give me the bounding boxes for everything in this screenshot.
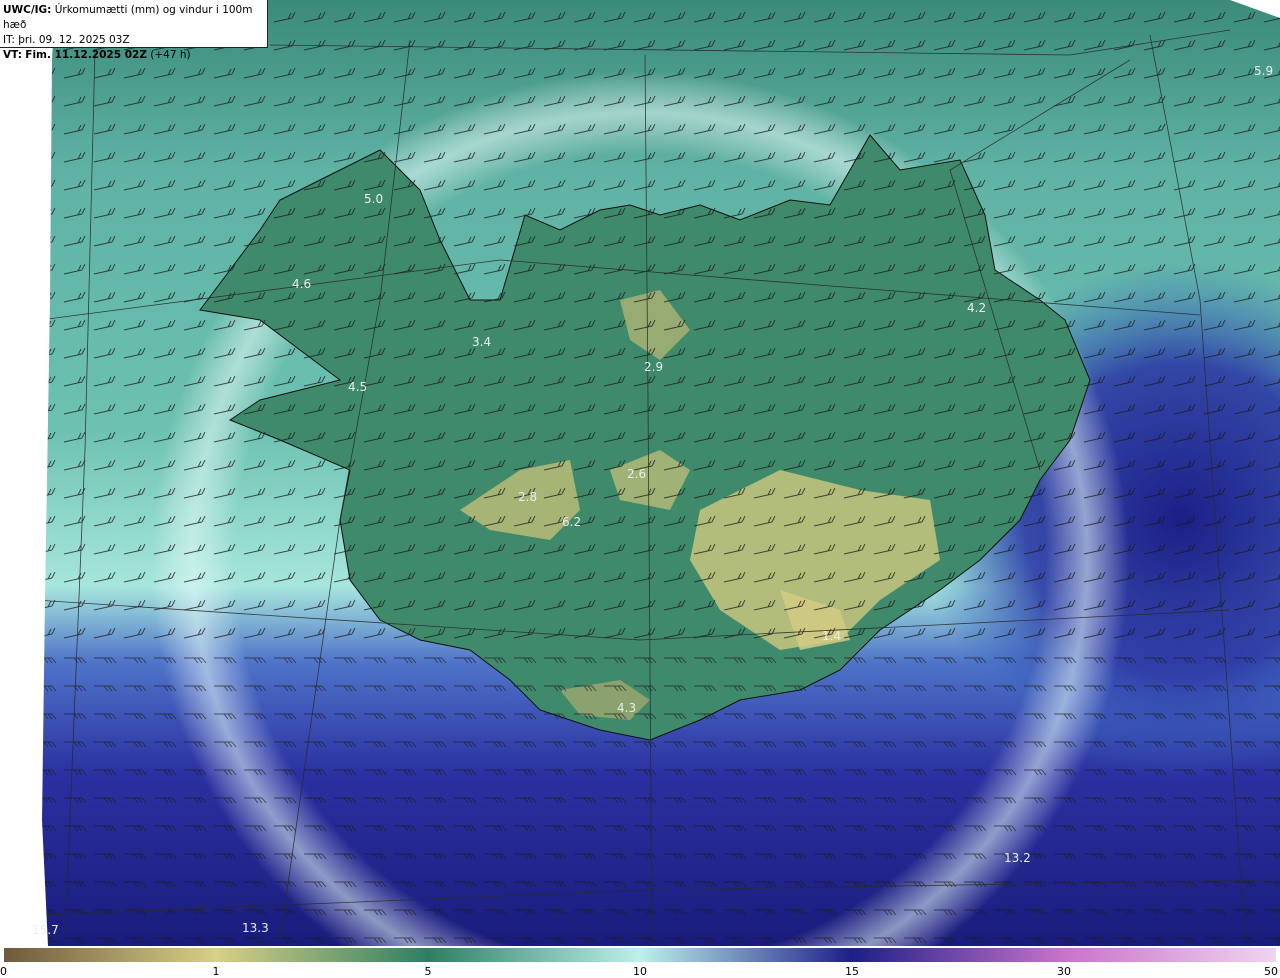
map-value: 2.8 (518, 490, 537, 504)
title-line: UWC/IG: Úrkomumætti (mm) og vindur i 100… (3, 3, 267, 33)
map-value: 4.5 (348, 380, 367, 394)
map-value: 2.6 (627, 467, 646, 481)
map-value: 1.4 (822, 629, 841, 643)
colorbar-tick-label: 30 (1057, 965, 1071, 978)
colorbar-tick-label: 5 (425, 965, 432, 978)
lead-time: (+47 h) (150, 49, 191, 61)
init-line: IT: þri. 09. 12. 2025 03Z (3, 33, 267, 48)
map-value: 13.3 (242, 921, 269, 935)
precipitation-wind-map: 5.9 5.0 4.6 4.2 3.4 2.9 4.5 2.6 2.8 6.2 … (0, 0, 1280, 978)
map-value: 13.2 (1004, 851, 1031, 865)
colorbar-tick-label: 50 (1264, 965, 1278, 978)
init-label: IT: (3, 34, 15, 46)
map-value: 6.2 (562, 515, 581, 529)
valid-line: VT: Fim. 11.12.2025 02Z (+47 h) (3, 48, 267, 63)
valid-label: VT: (3, 49, 22, 61)
map-value: 4.2 (967, 301, 986, 315)
map-value: 2.9 (644, 360, 663, 374)
colorbar-tick-label: 10 (633, 965, 647, 978)
product-label: UWC/IG: (3, 4, 52, 16)
map-value: 5.9 (1254, 64, 1273, 78)
colorbar: 0 1 5 10 15 30 50 (0, 948, 1278, 978)
colorbar-tick-label: 1 (213, 965, 220, 978)
map-value: 4.3 (617, 701, 636, 715)
colorbar-tick-label: 15 (845, 965, 859, 978)
colorbar-scale (4, 948, 1276, 962)
map-value: 5.0 (364, 192, 383, 206)
map-value: 3.4 (472, 335, 491, 349)
valid-time: Fim. 11.12.2025 02Z (25, 49, 147, 61)
map-viewer: 5.9 5.0 4.6 4.2 3.4 2.9 4.5 2.6 2.8 6.2 … (0, 0, 1280, 978)
colorbar-tick-label: 0 (0, 965, 7, 978)
map-info-box: UWC/IG: Úrkomumætti (mm) og vindur i 100… (0, 0, 268, 61)
init-time: þri. 09. 12. 2025 03Z (18, 34, 130, 46)
map-value: 15.7 (32, 923, 59, 937)
map-value: 4.6 (292, 277, 311, 291)
